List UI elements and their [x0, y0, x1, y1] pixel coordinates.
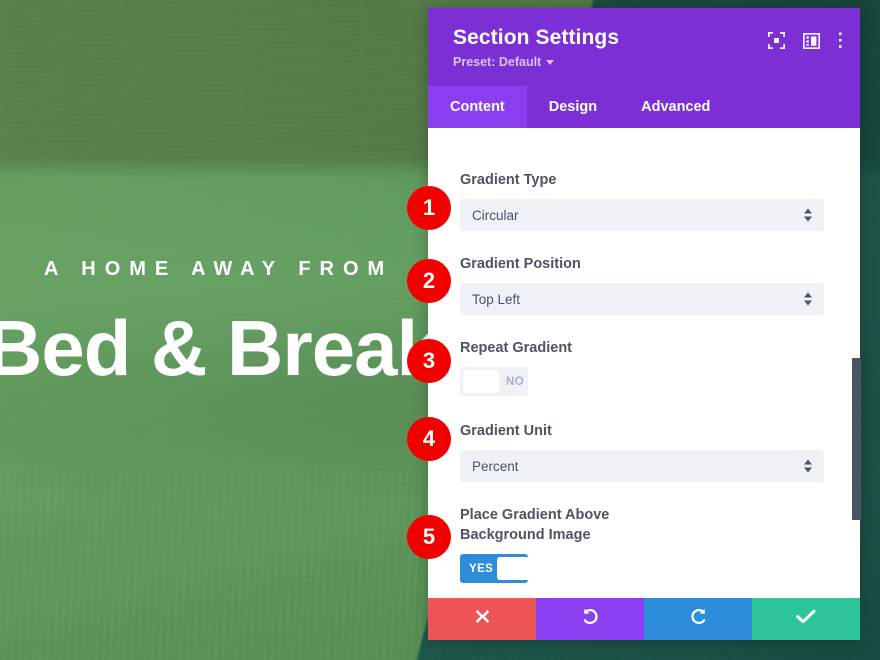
toggle-knob: [463, 370, 499, 393]
select-updown-icon: [804, 292, 812, 306]
cancel-button[interactable]: [428, 598, 536, 640]
chevron-down-icon: [546, 59, 555, 65]
callout-badge-3: 3: [407, 339, 451, 383]
callout-badge-2: 2: [407, 259, 451, 303]
save-button[interactable]: [752, 598, 860, 640]
tab-design[interactable]: Design: [527, 86, 619, 128]
section-settings-modal: Section Settings Preset: Default Content…: [428, 8, 860, 640]
callout-badge-1: 1: [407, 186, 451, 230]
redo-icon: [689, 607, 708, 631]
toggle-value: YES: [469, 562, 494, 575]
tab-bar: Content Design Advanced: [428, 86, 860, 128]
check-icon: [796, 609, 816, 630]
field-place-gradient-above: Place Gradient Above Background Image YE…: [460, 505, 824, 583]
redo-button[interactable]: [644, 598, 752, 640]
field-gradient-type: Gradient Type Circular: [460, 170, 824, 231]
select-updown-icon: [804, 459, 812, 473]
field-label: Gradient Type: [460, 172, 557, 188]
screen: A HOME AWAY FROM Bed & Break Section Set…: [0, 0, 880, 660]
modal-footer: [428, 598, 860, 640]
field-gradient-position: Gradient Position Top Left: [460, 254, 824, 315]
fullscreen-icon[interactable]: [768, 32, 785, 54]
select-value: Top Left: [472, 291, 521, 307]
undo-button[interactable]: [536, 598, 644, 640]
place-gradient-above-toggle[interactable]: YES: [460, 554, 534, 583]
tab-content[interactable]: Content: [428, 86, 527, 128]
preset-selector[interactable]: Preset: Default: [453, 55, 555, 69]
toggle-knob: [497, 557, 534, 580]
gradient-unit-select[interactable]: Percent: [460, 450, 824, 482]
close-icon: [474, 608, 491, 630]
callout-badge-5: 5: [407, 515, 451, 559]
callout-badge-4: 4: [407, 417, 451, 461]
gradient-type-select[interactable]: Circular: [460, 199, 824, 231]
preset-label: Preset: Default: [453, 55, 542, 69]
undo-icon: [581, 607, 600, 631]
select-value: Percent: [472, 458, 519, 474]
field-gradient-unit: Gradient Unit Percent: [460, 421, 824, 482]
field-label: Gradient Unit: [460, 423, 552, 439]
layout-columns-icon[interactable]: [802, 32, 821, 54]
modal-header: Section Settings Preset: Default: [428, 8, 860, 86]
field-repeat-gradient: Repeat Gradient NO: [460, 338, 824, 398]
page-scrollbar-thumb[interactable]: [852, 358, 861, 520]
toggle-value: NO: [506, 375, 525, 388]
tab-advanced[interactable]: Advanced: [619, 86, 732, 128]
field-label: Repeat Gradient: [460, 340, 572, 356]
gradient-position-select[interactable]: Top Left: [460, 283, 824, 315]
field-label: Gradient Position: [460, 256, 581, 272]
field-label: Place Gradient Above Background Image: [460, 507, 610, 543]
select-updown-icon: [804, 208, 812, 222]
settings-form: Gradient Type Circular Gradient Position…: [428, 128, 860, 598]
repeat-gradient-toggle[interactable]: NO: [460, 367, 528, 396]
select-value: Circular: [472, 207, 519, 223]
more-vertical-icon[interactable]: [838, 32, 843, 54]
header-icon-group: [768, 32, 843, 54]
